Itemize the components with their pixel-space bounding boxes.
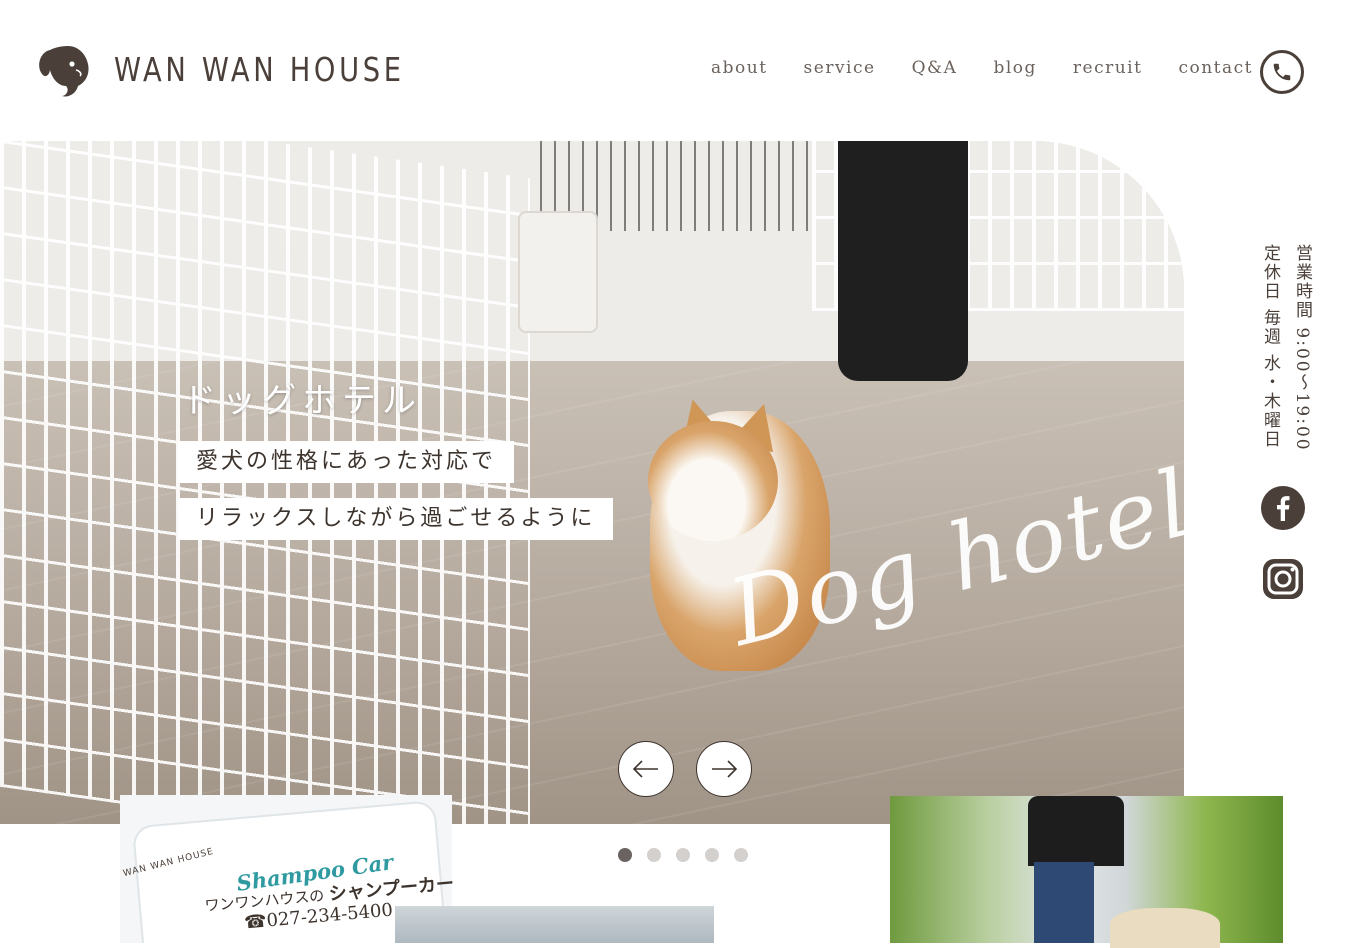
hero-line-2: リラックスしながら過ごせるように <box>178 498 614 540</box>
service-thumbnail-2[interactable] <box>395 906 714 943</box>
walker-figure <box>1028 796 1124 866</box>
walking-dog <box>1110 908 1220 948</box>
slider-dot-5[interactable] <box>734 848 748 862</box>
instagram-link[interactable] <box>1261 557 1305 605</box>
trash-can <box>520 213 596 331</box>
main-nav: about service Q&A blog recruit contact <box>711 58 1289 78</box>
hero-title: ドッグホテル <box>182 381 422 421</box>
nav-recruit[interactable]: recruit <box>1073 58 1143 78</box>
facebook-link[interactable] <box>1261 486 1305 534</box>
business-hours: 営業時間 9:00〜19:00 定休日 毎週 水・木曜日 <box>1254 244 1318 452</box>
closed-days-line: 定休日 毎週 水・木曜日 <box>1260 244 1280 449</box>
nav-about[interactable]: about <box>711 58 768 78</box>
hero-line-1: 愛犬の性格にあった対応で <box>178 441 515 483</box>
next-slide-button[interactable] <box>696 741 752 797</box>
facebook-icon <box>1261 486 1305 530</box>
person-legs <box>838 141 968 381</box>
slider-dot-1[interactable] <box>618 848 632 862</box>
logo-dog-icon <box>39 46 89 97</box>
phone-icon <box>1273 63 1291 81</box>
nav-qa[interactable]: Q&A <box>912 58 958 78</box>
nav-service[interactable]: service <box>804 58 876 78</box>
site-logo[interactable]: WAN WAN HOUSE <box>36 40 430 98</box>
logo-text: WAN WAN HOUSE <box>114 49 405 89</box>
slider-dot-2[interactable] <box>647 848 661 862</box>
phone-button[interactable] <box>1260 50 1304 94</box>
walker-jeans <box>1034 862 1094 943</box>
nav-contact[interactable]: contact <box>1178 58 1253 78</box>
arrow-right-icon <box>712 760 738 778</box>
slider-dot-3[interactable] <box>676 848 690 862</box>
slider-dot-4[interactable] <box>705 848 719 862</box>
dog-head <box>648 421 778 541</box>
prev-slide-button[interactable] <box>618 741 674 797</box>
nav-blog[interactable]: blog <box>993 58 1036 78</box>
business-hours-line: 営業時間 9:00〜19:00 <box>1292 244 1312 452</box>
instagram-icon <box>1263 559 1303 599</box>
arrow-left-icon <box>632 760 658 778</box>
slider-pagination <box>618 848 748 862</box>
